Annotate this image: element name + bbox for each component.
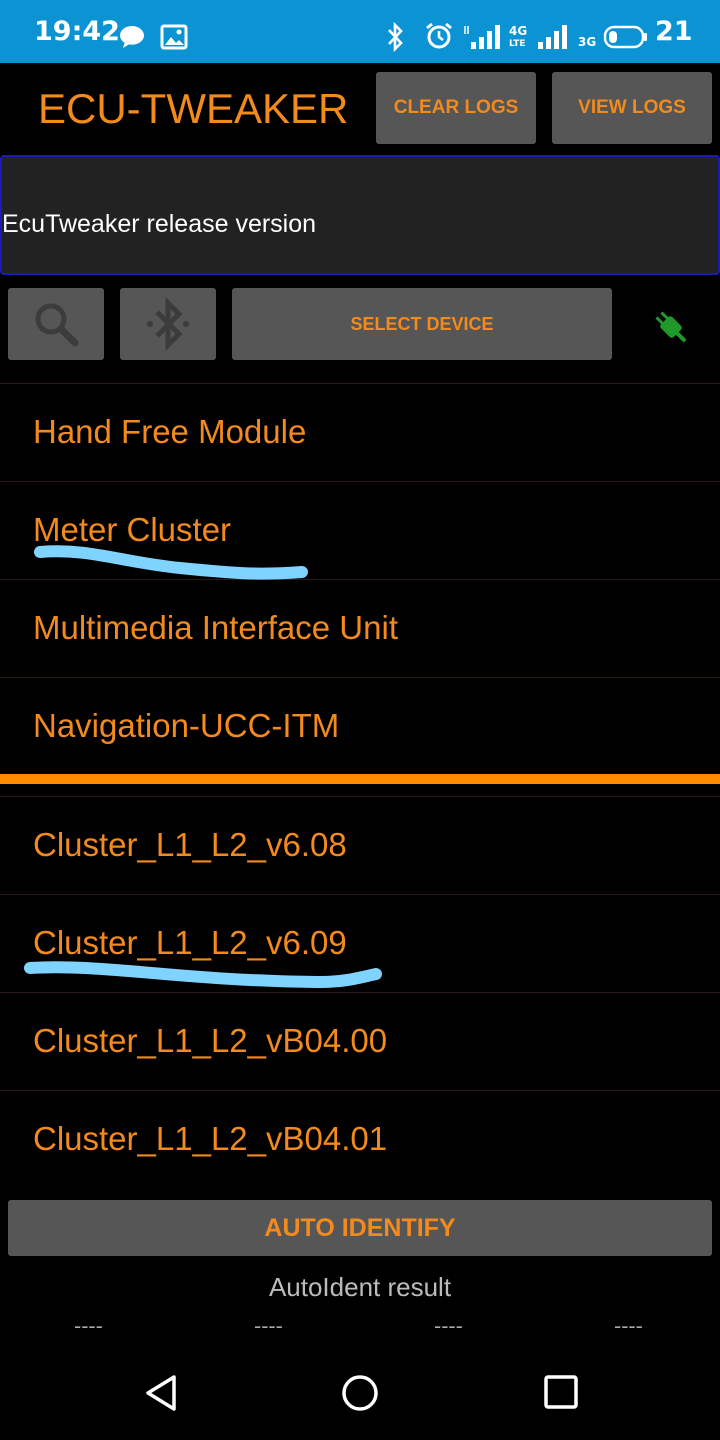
list-item[interactable]: Hand Free Module <box>0 383 720 481</box>
auto-identify-button[interactable]: AUTO IDENTIFY <box>8 1200 712 1256</box>
status-bar: 19:42 4G LTE 3G 21 <box>0 0 720 63</box>
image-icon <box>160 24 188 50</box>
status-time: 19:42 <box>34 16 120 47</box>
version-banner: EcuTweaker release version <box>0 155 720 275</box>
home-icon[interactable] <box>340 1373 380 1413</box>
autoident-result-value: ---- <box>614 1314 643 1338</box>
version-list: Cluster_L1_L2_v6.08 Cluster_L1_L2_v6.09 … <box>0 796 720 1188</box>
list-item[interactable]: Cluster_L1_L2_vB04.00 <box>0 992 720 1090</box>
clear-logs-button[interactable]: CLEAR LOGS <box>376 72 536 144</box>
autoident-result-label: AutoIdent result <box>268 1272 452 1302</box>
signal-icon <box>464 25 500 49</box>
bluetooth-button[interactable] <box>120 288 216 360</box>
app-title: ECU-TWEAKER <box>38 85 349 132</box>
list-item-label: Navigation-UCC-ITM <box>33 707 340 744</box>
chat-icon <box>120 26 144 48</box>
list-divider <box>0 774 720 784</box>
back-icon[interactable] <box>142 1373 182 1413</box>
list-item[interactable]: Cluster_L1_L2_v6.08 <box>0 796 720 894</box>
list-item[interactable]: Navigation-UCC-ITM <box>0 677 720 775</box>
list-item[interactable]: Cluster_L1_L2_v6.09 <box>0 894 720 992</box>
search-button[interactable] <box>8 288 104 360</box>
plug-icon <box>655 311 687 343</box>
autoident-result-value: ---- <box>434 1314 463 1338</box>
list-item-label: Cluster_L1_L2_vB04.01 <box>33 1120 388 1157</box>
list-item-label: Multimedia Interface Unit <box>33 609 398 646</box>
list-item-label: Meter Cluster <box>33 511 232 548</box>
network-3g-label: 3G <box>578 35 597 49</box>
system-nav-bar <box>0 1345 720 1440</box>
recents-icon[interactable] <box>542 1373 582 1413</box>
bluetooth-icon <box>388 22 403 52</box>
search-icon <box>35 303 79 347</box>
list-item[interactable]: Meter Cluster <box>0 481 720 579</box>
autoident-result-value: ---- <box>254 1314 283 1338</box>
network-4g-label: 4G <box>509 24 528 38</box>
list-item-label: Cluster_L1_L2_v6.09 <box>33 924 347 961</box>
list-item-label: Cluster_L1_L2_vB04.00 <box>33 1022 388 1059</box>
battery-percent: 21 <box>655 16 693 47</box>
autoident-result-value: ---- <box>74 1314 103 1338</box>
alarm-icon <box>426 22 452 49</box>
bluetooth-icon <box>147 296 189 352</box>
select-device-button[interactable]: SELECT DEVICE <box>232 288 612 360</box>
battery-icon <box>603 25 647 49</box>
view-logs-button[interactable]: VIEW LOGS <box>552 72 712 144</box>
list-item-label: Cluster_L1_L2_v6.08 <box>33 826 347 863</box>
ecu-list: Hand Free Module Meter Cluster Multimedi… <box>0 383 720 775</box>
signal-icon <box>538 25 567 49</box>
list-item[interactable]: Multimedia Interface Unit <box>0 579 720 677</box>
list-item-label: Hand Free Module <box>33 413 307 450</box>
banner-text: EcuTweaker release version <box>2 210 317 238</box>
network-lte-label: LTE <box>509 39 526 49</box>
list-item[interactable]: Cluster_L1_L2_vB04.01 <box>0 1090 720 1188</box>
